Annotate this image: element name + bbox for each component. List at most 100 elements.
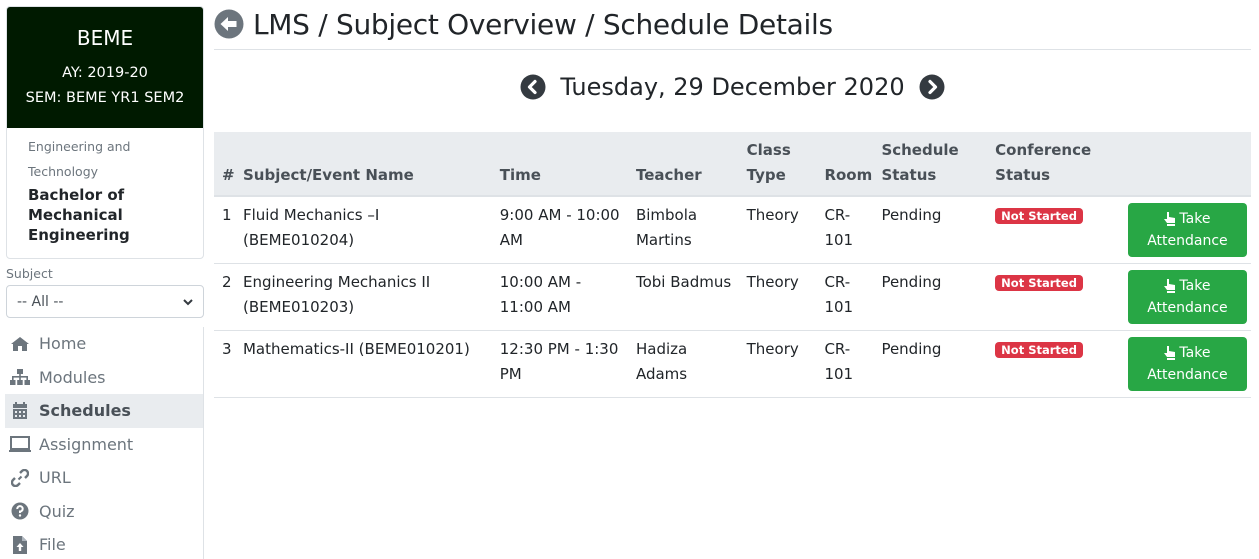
sidebar-item-label: Assignment — [39, 434, 134, 454]
back-arrow-icon[interactable] — [214, 9, 244, 39]
question-circle-icon — [9, 502, 31, 520]
teacher-name: Tobi Badmus — [631, 263, 743, 331]
sidebar-item-label: Quiz — [39, 501, 75, 521]
subject-select[interactable]: -- All -- — [6, 285, 204, 318]
sidebar-item-schedules[interactable]: Schedules — [5, 394, 204, 428]
conference-status-cell: Not Started — [991, 196, 1119, 264]
column-header-time: Time — [495, 132, 632, 197]
schedule-status: Pending — [877, 263, 992, 331]
button-label-line1: Take — [1179, 345, 1211, 361]
column-header-action — [1118, 132, 1251, 197]
sidebar-item-modules[interactable]: Modules — [5, 361, 204, 395]
column-header-conference-status: Conference Status — [991, 132, 1119, 197]
page-header: LMS / Subject Overview / Schedule Detail… — [214, 6, 833, 42]
program-card: BEME AY: 2019-20 SEM: BEME YR1 SEM2 Engi… — [6, 6, 204, 259]
time-range: 12:30 PM - 1:30 PM — [495, 330, 632, 398]
sidebar-item-label: File — [39, 535, 66, 555]
table-row: 1 Fluid Mechanics –I (BEME010204) 9:00 A… — [214, 196, 1251, 264]
next-day-button[interactable] — [919, 74, 945, 100]
sitemap-icon — [9, 368, 31, 386]
class-type: Theory — [742, 196, 821, 264]
time-range: 9:00 AM - 10:00 AM — [495, 196, 632, 264]
column-header-class-type: Class Type — [742, 132, 821, 197]
previous-day-button[interactable] — [520, 74, 546, 100]
button-first-line: Take — [1164, 342, 1210, 364]
sidebar-item-label: Home — [39, 334, 87, 354]
subject-select-value: -- All -- — [17, 293, 64, 310]
sidebar-item-label: URL — [39, 468, 71, 488]
class-type: Theory — [742, 263, 821, 331]
semester: SEM: BEME YR1 SEM2 — [25, 90, 185, 106]
teacher-name: Bimbola Martins — [631, 196, 743, 264]
calendar-icon — [9, 402, 31, 420]
column-header-schedule-status: Schedule Status — [877, 132, 992, 197]
sidebar-item-file[interactable]: File — [5, 528, 204, 559]
column-header-number: # — [214, 132, 239, 197]
button-label-line2: Attendance — [1147, 367, 1228, 383]
subject-label: Subject — [6, 266, 53, 281]
hand-pointer-icon — [1164, 212, 1176, 226]
class-type: Theory — [742, 330, 821, 398]
program-code: BEME — [76, 26, 134, 50]
subject-name: Engineering Mechanics II (BEME010203) — [238, 263, 496, 331]
room: CR-101 — [820, 330, 878, 398]
home-icon — [9, 335, 31, 353]
program-name: Bachelor of Mechanical Engineering — [28, 186, 130, 244]
sidebar-divider — [203, 327, 204, 559]
page-title: LMS / Subject Overview / Schedule Detail… — [253, 7, 833, 41]
sidebar-item-url[interactable]: URL — [5, 461, 204, 495]
take-attendance-button[interactable]: Take Attendance — [1127, 270, 1247, 324]
conference-status-cell: Not Started — [991, 263, 1119, 331]
table-row: 2 Engineering Mechanics II (BEME010203) … — [214, 263, 1251, 331]
button-first-line: Take — [1164, 275, 1210, 297]
column-header-subject: Subject/Event Name — [238, 132, 496, 197]
action-cell: Take Attendance — [1118, 196, 1251, 264]
hand-pointer-icon — [1164, 346, 1176, 360]
academic-year: AY: 2019-20 — [62, 65, 148, 81]
status-badge: Not Started — [995, 208, 1083, 224]
sidebar-item-quiz[interactable]: Quiz — [5, 495, 204, 529]
title-divider — [214, 49, 1251, 50]
date-navigation: Tuesday, 29 December 2020 — [214, 70, 1251, 104]
column-header-room: Room — [820, 132, 878, 197]
sidebar-item-assignment[interactable]: Assignment — [5, 428, 204, 462]
sidebar-item-home[interactable]: Home — [5, 327, 204, 361]
program-card-header: BEME AY: 2019-20 SEM: BEME YR1 SEM2 — [7, 7, 203, 128]
take-attendance-button[interactable]: Take Attendance — [1127, 337, 1247, 391]
teacher-name: Hadiza Adams — [631, 330, 743, 398]
chevron-right-circle-icon — [919, 74, 945, 100]
file-upload-icon — [9, 535, 31, 554]
sidebar-item-label: Schedules — [39, 401, 131, 421]
subject-name: Mathematics-II (BEME010201) — [238, 330, 496, 398]
table-row: 3 Mathematics-II (BEME010201) 12:30 PM -… — [214, 330, 1251, 398]
table-header-row: # Subject/Event Name Time Teacher Class … — [214, 132, 1251, 197]
chevron-left-circle-icon — [520, 74, 546, 100]
button-label-line2: Attendance — [1147, 233, 1228, 249]
button-label-line1: Take — [1179, 211, 1211, 227]
subject-name: Fluid Mechanics –I (BEME010204) — [238, 196, 496, 264]
room: CR-101 — [820, 196, 878, 264]
sidebar-nav: Home Modules Schedules Assignment URL Qu… — [5, 327, 204, 559]
action-cell: Take Attendance — [1118, 330, 1251, 398]
button-first-line: Take — [1164, 208, 1210, 230]
action-cell: Take Attendance — [1118, 263, 1251, 331]
conference-status-cell: Not Started — [991, 330, 1119, 398]
laptop-icon — [9, 435, 31, 453]
status-badge: Not Started — [995, 342, 1083, 358]
hand-pointer-icon — [1164, 279, 1176, 293]
room: CR-101 — [820, 263, 878, 331]
time-range: 10:00 AM - 11:00 AM — [495, 263, 632, 331]
schedule-status: Pending — [877, 330, 992, 398]
button-label-line1: Take — [1179, 278, 1211, 294]
take-attendance-button[interactable]: Take Attendance — [1127, 203, 1247, 257]
chevron-down-icon — [183, 294, 193, 310]
status-badge: Not Started — [995, 275, 1083, 291]
current-date: Tuesday, 29 December 2020 — [560, 73, 905, 101]
link-icon — [9, 468, 31, 487]
row-number: 2 — [214, 263, 239, 331]
row-number: 1 — [214, 196, 239, 264]
column-header-teacher: Teacher — [631, 132, 743, 197]
faculty-name: Engineering and Technology — [28, 139, 131, 179]
program-card-body: Engineering and Technology Bachelor of M… — [7, 128, 203, 245]
sidebar-item-label: Modules — [39, 367, 106, 387]
